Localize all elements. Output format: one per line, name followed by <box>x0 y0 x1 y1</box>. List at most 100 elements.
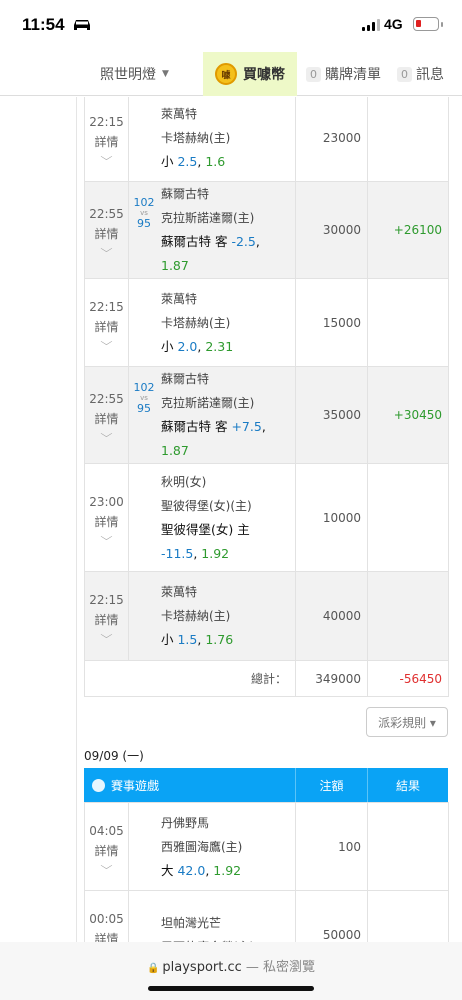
table-row: 22:15 詳情 ⌵ 萊萬特 卡塔赫納(主) 小 1.5, 1.76 40000 <box>84 571 449 661</box>
amount-cell: 100 <box>295 802 368 891</box>
time-cell[interactable]: 22:15 詳情 ⌵ <box>84 571 129 661</box>
team-away: 秋明(女) <box>161 474 207 489</box>
team-home: 西雅圖海鷹(主) <box>161 839 243 854</box>
detail-link[interactable]: 詳情 <box>85 317 128 337</box>
nav-lamp-label: 照世明燈 <box>100 67 156 83</box>
rank-badge: 102 vs 95 <box>133 381 155 415</box>
amount-cell: 30000 <box>295 181 368 279</box>
payout-rules-button[interactable]: 派彩規則 ▾ <box>366 707 448 737</box>
result-cell: +26100 <box>367 181 449 279</box>
time-cell[interactable]: 04:05 詳情 ⌵ <box>84 802 129 891</box>
team-away: 坦帕灣光芒 <box>161 915 222 930</box>
table-row: 04:05 詳情 ⌵ 丹佛野馬西雅圖海鷹(主) 大 42.0, 1.92 100 <box>84 802 449 891</box>
bets-table-2: 04:05 詳情 ⌵ 丹佛野馬 西雅圖海鷹(主) 大 42.0, 1.92 100 00:05… <box>84 802 449 942</box>
detail-link[interactable]: 詳情 <box>85 409 128 429</box>
game-cell: 102 vs 95 蘇爾古特 克拉斯諾達爾(主) 蘇爾古特 客 +7.5, 1.87 <box>128 366 296 464</box>
total-amount: 349000 <box>295 660 368 697</box>
home-indicator[interactable] <box>148 986 314 991</box>
top-nav: 照世明燈 ▼ 噱買噱幣 0 購牌清單 0 訊息 <box>0 52 462 96</box>
detail-link[interactable]: 詳情 <box>85 224 128 244</box>
time-cell[interactable]: 23:00 詳情 ⌵ <box>84 463 129 572</box>
bet-pick: 小 1.5, 1.76 <box>161 632 234 647</box>
rank-badge: 102 vs 95 <box>133 196 155 230</box>
detail-link[interactable]: 詳情 <box>85 610 128 630</box>
bet-pick: 蘇爾古特 客 -2.5, 1.87 <box>161 234 260 273</box>
result-cell <box>367 890 449 942</box>
total-result: -56450 <box>367 660 449 697</box>
nav-buy-coin[interactable]: 噱買噱幣 <box>203 52 297 96</box>
status-time: 11:54 <box>22 15 65 34</box>
game-cell: 丹佛野馬西雅圖海鷹(主) 大 42.0, 1.92 <box>128 802 296 891</box>
team-home: 卡塔赫納(主) <box>161 609 231 623</box>
time-cell[interactable]: 00:05詳情⌵ <box>84 890 129 943</box>
bet-pick: 大 42.0, 1.92 <box>161 862 242 878</box>
nav-cart[interactable]: 0 購牌清單 <box>306 52 381 96</box>
detail-link[interactable]: 詳情 <box>85 132 128 152</box>
team-away: 萊萬特 <box>161 291 198 306</box>
nav-cart-label: 購牌清單 <box>325 67 381 83</box>
date-heading: 09/09 (一) <box>84 749 144 763</box>
time-cell[interactable]: 22:15 詳情 ⌵ <box>84 97 129 182</box>
amount-cell: 35000 <box>295 366 368 464</box>
team-away: 萊萬特 <box>161 106 198 121</box>
team-home: 卡塔赫納(主) <box>161 315 231 330</box>
nav-coin-label: 買噱幣 <box>243 67 285 83</box>
header-game-label: 賽事遊戲 <box>111 778 160 793</box>
result-cell: +30450 <box>367 366 449 464</box>
result-cell <box>367 802 449 891</box>
game-cell: 萊萬特 卡塔赫納(主) 小 2.5, 1.6 <box>128 97 296 182</box>
car-icon <box>74 20 90 30</box>
table-row: 22:55 詳情 ⌵ 102 vs 95 蘇爾古特 克拉斯諾達爾(主) 蘇爾古特 客 -2.5,… <box>84 181 449 279</box>
network-label: 4G <box>384 16 403 32</box>
nav-lamp-dropdown[interactable]: 照世明燈 ▼ <box>100 52 169 96</box>
url-text[interactable]: 🔒 playsport.cc — 私密瀏覽 <box>0 956 462 975</box>
total-label: 總計： <box>84 660 296 697</box>
status-bar: 11:54 4G <box>0 0 462 52</box>
game-cell: 秋明(女) 聖彼得堡(女)(主) 聖彼得堡(女) 主 -11.5, 1.92 <box>128 463 296 572</box>
lock-icon: 🔒 <box>146 963 160 974</box>
nav-messages[interactable]: 0 訊息 <box>397 52 444 96</box>
nav-msg-label: 訊息 <box>416 67 444 83</box>
header-result: 結果 <box>395 778 420 793</box>
table-row: 23:00 詳情 ⌵ 秋明(女) 聖彼得堡(女)(主) 聖彼得堡(女) 主 -11.5, … <box>84 463 449 572</box>
time-cell[interactable]: 22:15 詳情 ⌵ <box>84 278 129 367</box>
result-cell <box>367 463 449 572</box>
team-home: 聖彼得堡(女)(主) <box>161 498 252 513</box>
cart-count-badge: 0 <box>306 66 321 82</box>
team-away: 丹佛野馬 <box>161 815 210 830</box>
battery-icon <box>413 17 443 31</box>
bets-table: 22:15 詳情 ⌵ 萊萬特 卡塔赫納(主) 小 2.5, 1.6 23000 22:55 詳情… <box>84 97 449 697</box>
bet-pick: 蘇爾古特 客 +7.5, 1.87 <box>161 419 266 458</box>
browser-url-bar[interactable]: 🔒 playsport.cc — 私密瀏覽 <box>0 942 462 1000</box>
table-row: 22:55 詳情 ⌵ 102 vs 95 蘇爾古特 克拉斯諾達爾(主) 蘇爾古特 客 +7.5,… <box>84 366 449 464</box>
team-home: 卡塔赫納(主) <box>161 130 231 145</box>
game-cell: 坦帕灣光芒巴爾的摩金鶯(主) <box>128 890 296 943</box>
total-row: 總計： 349000 -56450 <box>84 660 449 697</box>
amount-cell: 40000 <box>295 571 368 661</box>
bet-pick: 小 2.0, 2.31 <box>161 338 234 354</box>
detail-link[interactable]: 詳情 <box>85 841 128 861</box>
database-icon <box>92 778 105 792</box>
amount-cell: 23000 <box>295 97 368 182</box>
bet-history: 22:15 詳情 ⌵ 萊萬特 卡塔赫納(主) 小 2.5, 1.6 23000 22:55 詳情… <box>0 97 462 942</box>
table-row: 22:15 詳情 ⌵ 萊萬特 卡塔赫納(主) 小 2.5, 1.6 23000 <box>84 97 449 182</box>
table-header: 賽事遊戲 注額 結果 <box>84 768 448 802</box>
team-home: 巴爾的摩金鶯(主) <box>129 935 295 943</box>
table-row: 00:05詳情⌵坦帕灣光芒巴爾的摩金鶯(主)50000 <box>84 890 449 943</box>
header-game: 賽事遊戲 <box>84 768 296 802</box>
game-cell: 萊萬特 卡塔赫納(主) 小 1.5, 1.76 <box>128 571 296 661</box>
time-cell[interactable]: 22:55 詳情 ⌵ <box>84 181 129 279</box>
detail-link[interactable]: 詳情 <box>85 512 128 532</box>
amount-cell: 50000 <box>295 890 368 942</box>
private-label: — 私密瀏覽 <box>241 960 316 975</box>
time-cell[interactable]: 22:55 詳情 ⌵ <box>84 366 129 464</box>
msg-count-badge: 0 <box>397 66 412 82</box>
header-amount: 注額 <box>296 768 368 802</box>
result-cell <box>367 571 449 661</box>
game-cell: 萊萬特卡塔赫納(主) 小 2.0, 2.31 <box>128 278 296 367</box>
coin-icon: 噱 <box>215 63 237 85</box>
bet-pick: 聖彼得堡(女) 主 -11.5, 1.92 <box>161 521 250 561</box>
table-row: 22:15 詳情 ⌵ 萊萬特 卡塔赫納(主) 小 2.0, 2.31 15000 <box>84 278 449 367</box>
caret-down-icon: ▼ <box>162 69 169 79</box>
detail-link[interactable]: 詳情 <box>85 929 128 943</box>
